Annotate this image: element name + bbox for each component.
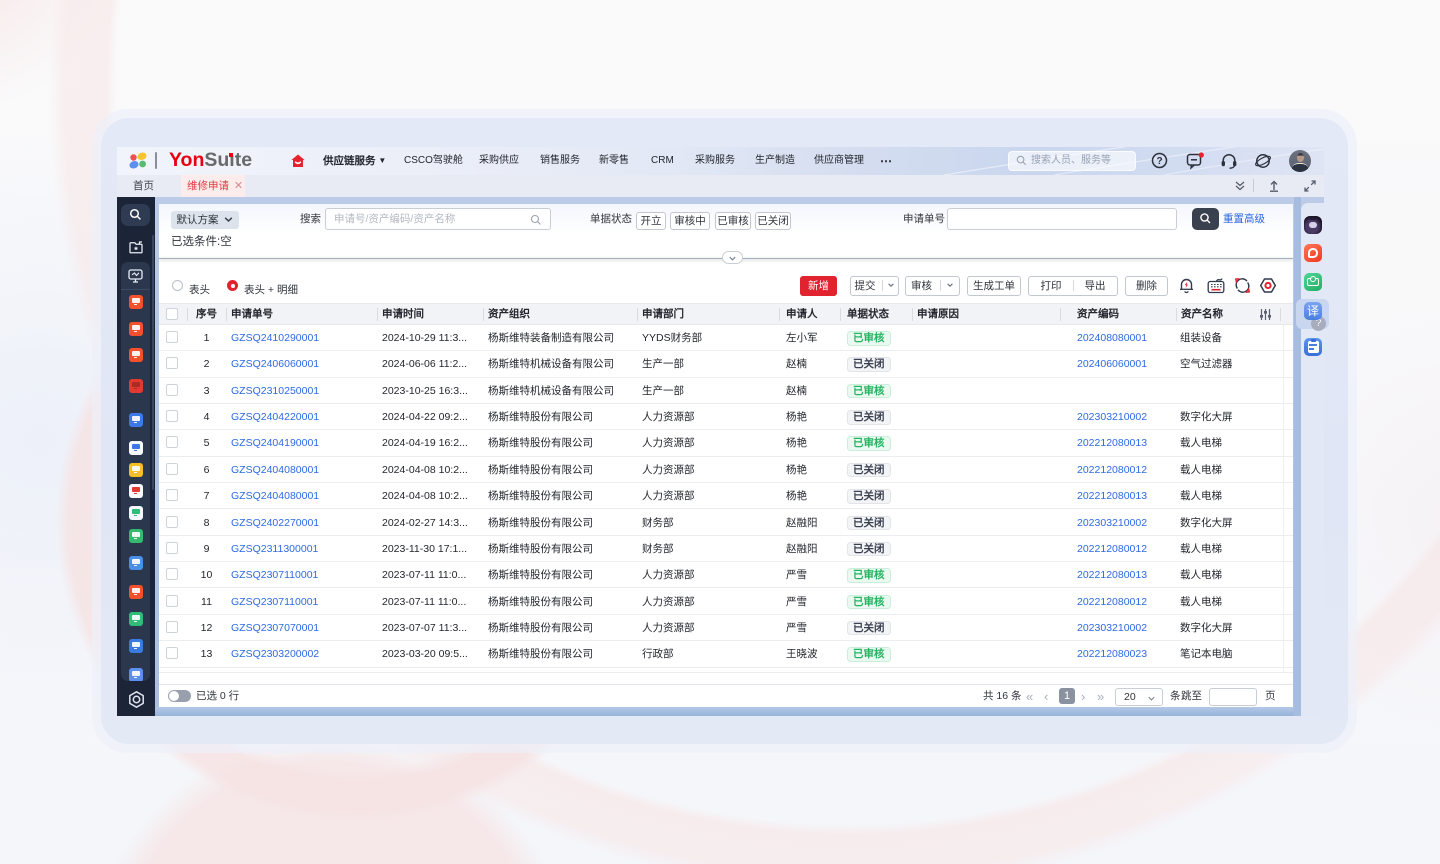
svg-text:?: ? — [1156, 156, 1162, 167]
